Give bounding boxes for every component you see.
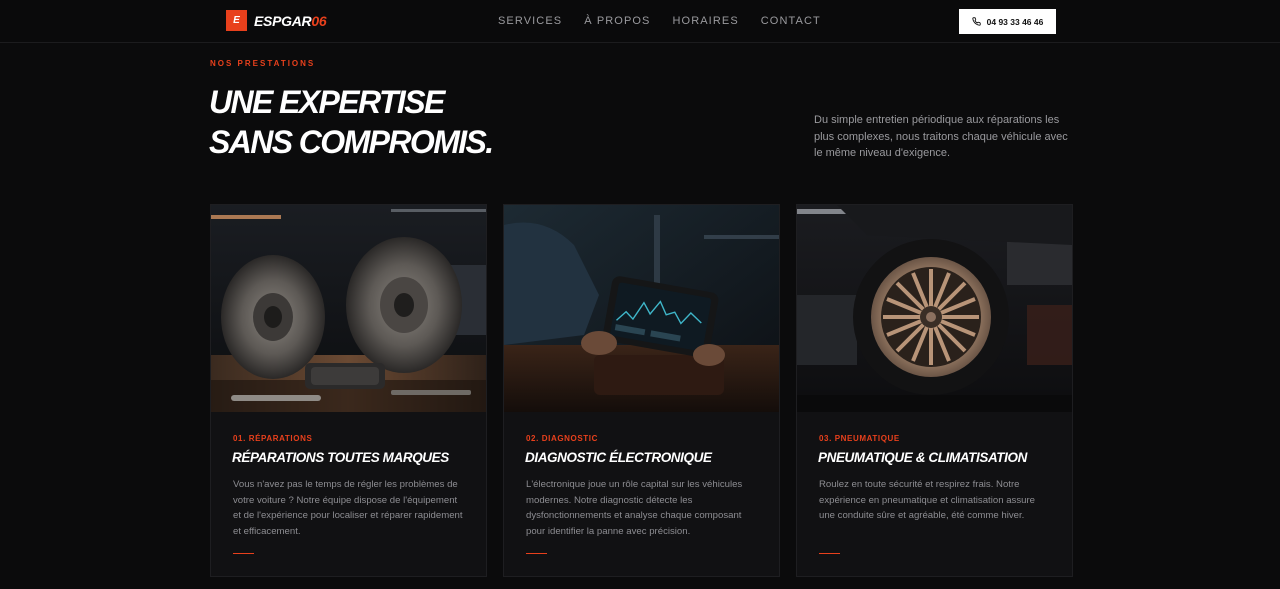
card-number: 01. RÉPARATIONS bbox=[233, 434, 313, 443]
logo-mark: E bbox=[226, 10, 247, 31]
card-number: 03. PNEUMATIQUE bbox=[819, 434, 900, 443]
nav-link-contact[interactable]: CONTACT bbox=[761, 15, 821, 27]
card-number: 02. DIAGNOSTIC bbox=[526, 434, 598, 443]
nav-link-horaires[interactable]: HORAIRES bbox=[673, 15, 739, 27]
service-card-reparations[interactable]: 01. RÉPARATIONS RÉPARATIONS TOUTES MARQU… bbox=[210, 204, 487, 577]
section-eyebrow: NOS PRESTATIONS bbox=[210, 59, 316, 68]
section-intro: Du simple entretien périodique aux répar… bbox=[814, 114, 1068, 159]
card-accent-line bbox=[819, 553, 840, 554]
service-card-diagnostic[interactable]: 02. DIAGNOSTIC DIAGNOSTIC ÉLECTRONIQUE L… bbox=[503, 204, 780, 577]
card-text: L'électronique joue un rôle capital sur … bbox=[526, 479, 743, 537]
card-text: Vous n'avez pas le temps de régler les p… bbox=[233, 479, 463, 537]
card-accent-line bbox=[526, 553, 547, 554]
navbar: E ESPGAR06 SERVICES À PROPOS HORAIRES CO… bbox=[0, 0, 1280, 43]
card-title: DIAGNOSTIC ÉLECTRONIQUE bbox=[525, 450, 712, 465]
card-title: PNEUMATIQUE & CLIMATISATION bbox=[818, 450, 1027, 465]
main-nav: SERVICES À PROPOS HORAIRES CONTACT bbox=[498, 15, 843, 27]
nav-link-a-propos[interactable]: À PROPOS bbox=[584, 15, 650, 27]
card-accent-line bbox=[233, 553, 254, 554]
logo[interactable]: E ESPGAR06 bbox=[226, 10, 327, 31]
phone-button[interactable]: 04 93 33 46 46 bbox=[959, 9, 1056, 34]
card-title: RÉPARATIONS TOUTES MARQUES bbox=[232, 450, 449, 465]
phone-number: 04 93 33 46 46 bbox=[986, 16, 1044, 27]
service-card-pneumatique[interactable]: 03. PNEUMATIQUE PNEUMATIQUE & CLIMATISAT… bbox=[796, 204, 1073, 577]
logo-name: ESPGAR bbox=[254, 12, 312, 29]
nav-link-services[interactable]: SERVICES bbox=[498, 15, 562, 27]
logo-text: ESPGAR06 bbox=[254, 12, 327, 29]
headline-line-1: UNE EXPERTISE bbox=[209, 84, 445, 120]
section-headline: UNE EXPERTISE SANS COMPROMIS. bbox=[209, 82, 494, 162]
wheel-tire-image bbox=[797, 205, 1072, 412]
phone-icon bbox=[971, 17, 981, 26]
headline-line-2: SANS COMPROMIS. bbox=[209, 124, 494, 160]
brake-discs-image bbox=[211, 205, 486, 412]
diagnostic-tablet-image bbox=[504, 205, 779, 412]
logo-name-accent: 06 bbox=[311, 12, 327, 29]
card-text: Roulez en toute sécurité et respirez fra… bbox=[819, 479, 1035, 521]
